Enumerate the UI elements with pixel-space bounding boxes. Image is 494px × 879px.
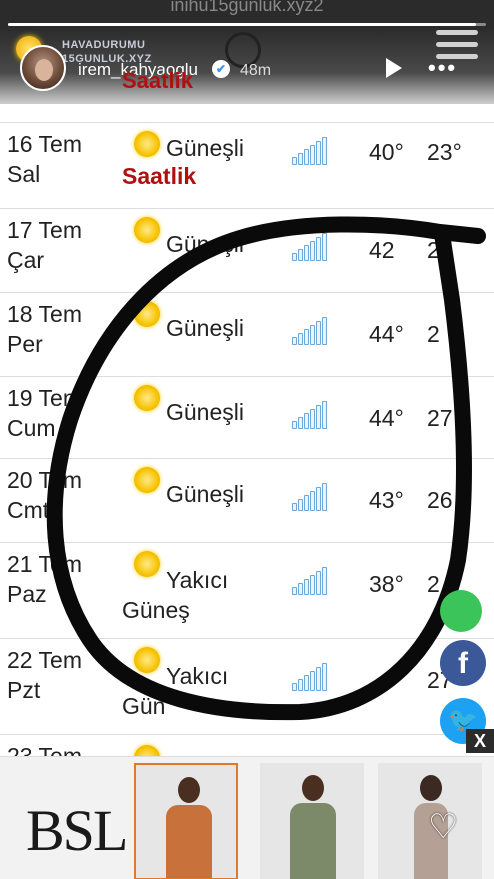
saatlik-link-partial[interactable]: Saatlik — [122, 68, 193, 94]
wind-signal-icon — [292, 233, 328, 261]
weather-row: 21 Tem Paz Yakıcı Güneş 38° 2 — [0, 542, 494, 638]
story-progress-bar — [8, 23, 486, 26]
row-date: 17 Tem Çar — [7, 217, 83, 273]
wind-signal-icon — [292, 401, 328, 429]
sun-icon — [134, 301, 160, 327]
row-date: 19 Tem Cum — [7, 385, 83, 441]
sun-icon — [134, 131, 160, 157]
sun-icon — [134, 217, 160, 243]
weather-row: 20 Tem Cmt Güneşli 43° 26 — [0, 458, 494, 542]
logo-line-1: HAVADURUMU — [62, 39, 146, 51]
hamburger-menu-icon[interactable] — [436, 30, 478, 66]
max-temp: 42 — [369, 237, 395, 263]
wind-signal-icon — [292, 567, 328, 595]
weather-row: 16 Tem Sal Güneşli 40° 23° Saatlik — [0, 122, 494, 208]
condition-text: Güneşli — [166, 231, 244, 257]
avatar[interactable] — [20, 45, 66, 91]
condition-text: Yakıcı Güneş — [122, 567, 229, 623]
avatar-face — [35, 59, 53, 81]
condition-text: Yakıcı Gün — [122, 663, 229, 719]
row-date: 20 Tem Cmt — [7, 467, 83, 523]
facebook-share-icon[interactable]: f — [440, 640, 486, 686]
condition-text: Güneşli — [166, 315, 244, 341]
like-heart-icon[interactable]: ♡ — [428, 810, 458, 844]
weather-row: 19 Tem Cum Güneşli 44° 27 — [0, 376, 494, 458]
weather-row: 17 Tem Çar Güneşli 42 2 — [0, 208, 494, 292]
story-progress-fill — [8, 23, 477, 26]
weather-row: 22 Tem Pzt Yakıcı Gün 27 — [0, 638, 494, 734]
max-temp: 44° — [369, 405, 404, 431]
story-view: inihu15gunluk.xyz2 HAVADURUMU 15GUNLUK.X… — [0, 0, 494, 879]
sun-icon — [134, 467, 160, 493]
wind-signal-icon — [292, 137, 328, 165]
row-date: 18 Tem Per — [7, 301, 83, 357]
play-icon[interactable] — [386, 58, 402, 78]
saatlik-link[interactable]: Saatlik — [122, 163, 196, 190]
condition-text: Güneşli — [166, 481, 244, 507]
min-temp: 23° — [427, 139, 462, 165]
min-temp: 26 — [427, 487, 453, 513]
whatsapp-share-icon[interactable] — [440, 590, 482, 632]
min-temp: 2 — [427, 571, 440, 597]
wind-signal-icon — [292, 663, 328, 691]
ad-product-orange[interactable] — [134, 763, 238, 879]
ad-brand-logo: BSL — [26, 798, 128, 863]
max-temp: 38° — [369, 571, 404, 597]
max-temp: 44° — [369, 321, 404, 347]
max-temp: 40° — [369, 139, 404, 165]
sun-icon — [134, 385, 160, 411]
row-date: 16 Tem Sal — [7, 131, 83, 187]
max-temp: 43° — [369, 487, 404, 513]
row-date: 21 Tem Paz — [7, 551, 83, 607]
wind-signal-icon — [292, 483, 328, 511]
close-ad-button[interactable]: X — [466, 729, 494, 753]
min-temp: 2 — [427, 321, 440, 347]
wind-signal-icon — [292, 317, 328, 345]
condition-text: Güneşli — [166, 399, 244, 425]
weather-row: 18 Tem Per Güneşli 44° 2 — [0, 292, 494, 376]
min-temp: 2 — [427, 237, 440, 263]
min-temp: 27 — [427, 405, 453, 431]
verified-badge-icon: ✔ — [212, 60, 230, 78]
post-time: 48m — [240, 62, 272, 79]
condition-text: Güneşli — [166, 135, 244, 161]
row-date: 22 Tem Pzt — [7, 647, 83, 703]
ad-product-green[interactable] — [260, 763, 364, 879]
ad-banner[interactable]: BSL — [0, 756, 494, 879]
